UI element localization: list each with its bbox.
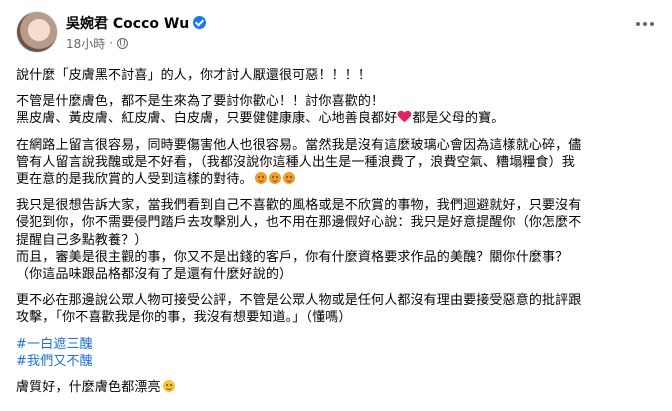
post-meta: 吳婉君 Cocco Wu 18小時 ·	[66, 13, 207, 52]
post-paragraph: 說什麼「皮膚黑不討喜」的人，你才討人厭還很可惡！！！！	[16, 67, 656, 84]
text-line: 說什麼「皮膚黑不討喜」的人，你才討人厭還很可惡！！！！	[16, 68, 372, 83]
text-segment: 膚質好，什麼膚色都漂亮	[16, 380, 161, 396]
smiling-face-icon	[162, 380, 175, 393]
post-paragraph: 更不必在那邊說公眾人物可接受公評，不管是公眾人物或是任何人都沒有理由要接受惡意的…	[16, 292, 656, 326]
hashtag-link[interactable]: #一白遮三醜	[16, 336, 656, 353]
text-line: 更在意的是我欣賞的人受到這樣的對待。	[16, 171, 656, 188]
text-segment: 都是父母的寶。	[412, 111, 505, 127]
text-segment: 黑皮膚、黃皮膚、紅皮膚、白皮膚，只要健健康康、心地善良都好	[16, 111, 398, 127]
text-segment: 更在意的是我欣賞的人受到這樣的對待。	[16, 172, 253, 188]
author-row: 吳婉君 Cocco Wu	[66, 13, 207, 33]
hashtag-link[interactable]: #我們又不醜	[16, 353, 656, 370]
text-line: 侵犯到你，你不需要侵門踏戶去攻擊別人，也不用在那邊假好心說：我只是好意提醒你（你…	[16, 215, 582, 231]
verified-badge-icon	[193, 16, 207, 29]
author-name[interactable]: 吳婉君 Cocco Wu	[66, 13, 189, 33]
face-with-steam-icon	[282, 172, 295, 185]
text-line: 在網路上留言很容易，同時要傷害他人也很容易。當然我是沒有這麼玻璃心會因為這樣就心…	[16, 137, 582, 153]
post-header: 吳婉君 Cocco Wu 18小時 ·	[16, 10, 656, 54]
text-line: 攻擊，「你不喜歡我是你的事，我沒有想要知道。」（懂嗎）	[16, 310, 352, 326]
face-with-steam-icon	[268, 172, 281, 185]
text-line: 我只是很想告訴大家，當我們看到自己不喜歡的風格或是不欣賞的事物，我們迴避就好，只…	[16, 198, 582, 214]
post-body: 說什麼「皮膚黑不討喜」的人，你才討人厭還很可惡！！！！ 不管是什麼膚色，都不是生…	[16, 67, 656, 396]
text-line: 而且，審美是很主觀的事，你又不是出錢的客戶，你有什麼資格要求作品的美醜？關你什麼…	[16, 249, 569, 265]
hashtag-block: #一白遮三醜 #我們又不醜	[16, 336, 656, 370]
timestamp-row: 18小時 ·	[66, 35, 206, 52]
text-line: 提醒自己多點教養？）	[16, 232, 148, 248]
text-line: 膚質好，什麼膚色都漂亮	[16, 379, 656, 396]
text-line: 黑皮膚、黃皮膚、紅皮膚、白皮膚，只要健健康康、心地善良都好 都是父母的寶。	[16, 110, 656, 127]
text-line: 更不必在那邊說公眾人物可接受公評，不管是公眾人物或是任何人都沒有理由要接受惡意的…	[16, 293, 582, 309]
more-options-icon[interactable]	[630, 14, 660, 34]
text-line: 不管是什麼膚色，都不是生來為了要討你歡心！！討你喜歡的！	[16, 94, 385, 110]
post-paragraph: 在網路上留言很容易，同時要傷害他人也很容易。當然我是沒有這麼玻璃心會因為這樣就心…	[16, 137, 656, 189]
post-paragraph: 膚質好，什麼膚色都漂亮	[16, 379, 656, 396]
text-line: （你這品味跟品格都沒有了是還有什麼好說的）	[16, 267, 293, 283]
avatar[interactable]	[16, 11, 58, 53]
globe-icon[interactable]	[117, 37, 129, 49]
post-paragraph: 我只是很想告訴大家，當我們看到自己不喜歡的風格或是不欣賞的事物，我們迴避就好，只…	[16, 197, 656, 283]
face-with-steam-icon	[254, 172, 267, 185]
red-heart-icon	[398, 111, 411, 123]
post-time[interactable]: 18小時	[66, 35, 105, 52]
facebook-post: 吳婉君 Cocco Wu 18小時 · 說什麼「皮膚黑不討喜」的人，你才討人厭還…	[0, 0, 672, 411]
text-line: 管有人留言說我醜或是不好看，（我都沒說你這種人出生是一種浪費了，浪費空氣、糟塌糧…	[16, 154, 575, 170]
separator-dot: ·	[109, 36, 114, 50]
post-paragraph: 不管是什麼膚色，都不是生來為了要討你歡心！！討你喜歡的！ 黑皮膚、黃皮膚、紅皮膚…	[16, 93, 656, 127]
